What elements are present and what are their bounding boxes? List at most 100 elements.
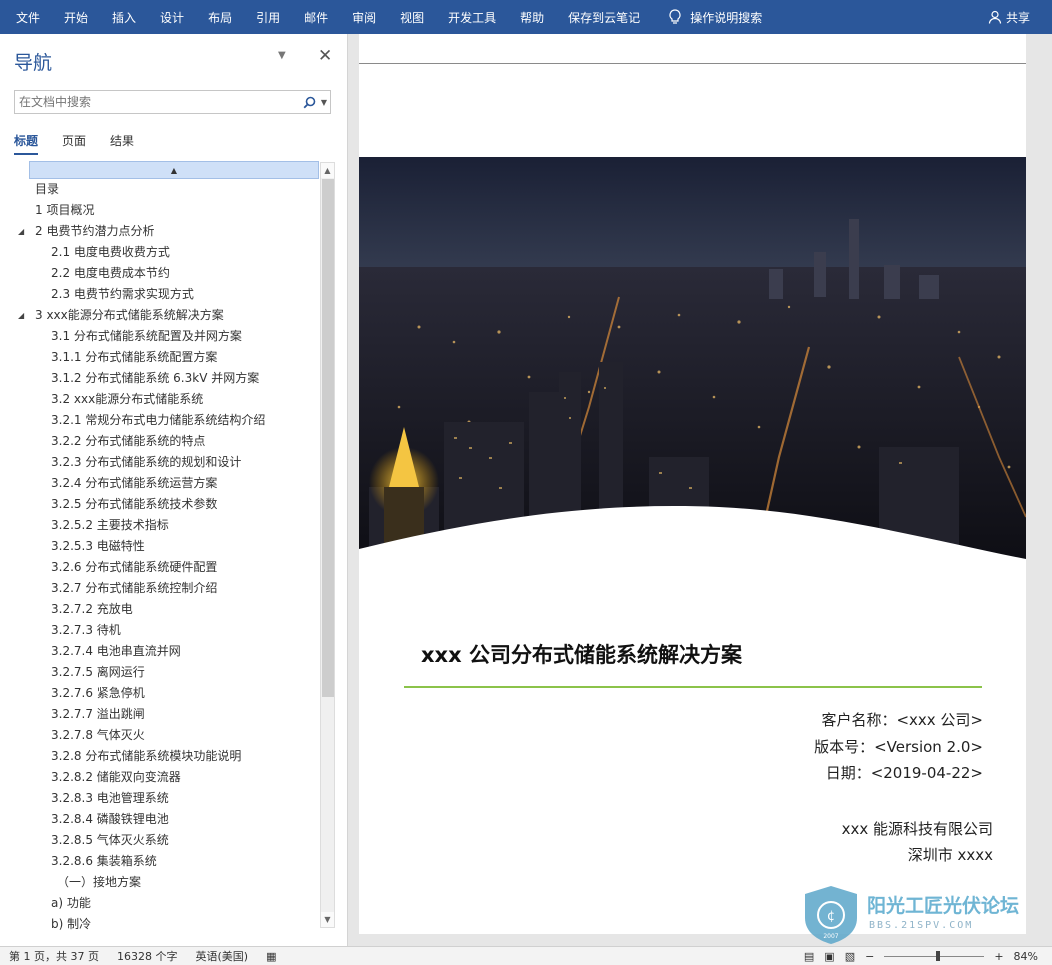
outline-item[interactable]: 3.2.8 分布式储能系统模块功能说明 (14, 746, 319, 767)
outline-item[interactable]: 3.2.8.2 储能双向变流器 (14, 767, 319, 788)
outline-item-label: 3.2.4 分布式储能系统运营方案 (51, 476, 218, 490)
outline-item[interactable]: 3.2.2 分布式储能系统的特点 (14, 431, 319, 452)
company-block: xxx 能源科技有限公司 深圳市 xxxx (842, 816, 993, 868)
outline-item-label: 3.2.5.2 主要技术指标 (51, 518, 169, 532)
ribbon-tab[interactable]: 文件 (0, 0, 52, 34)
outline-item[interactable]: 2.2 电度电费成本节约 (14, 263, 319, 284)
search-icon[interactable] (300, 96, 318, 109)
outline-item[interactable]: b) 制冷 (14, 914, 319, 931)
ribbon-tab[interactable]: 保存到云笔记 (556, 0, 652, 34)
client-name: 客户名称：<xxx 公司> (821, 711, 983, 729)
macro-record-icon[interactable]: ▦ (257, 950, 285, 963)
outline-item[interactable]: 3.2.8.5 气体灭火系统 (14, 830, 319, 851)
outline-item[interactable]: 3.1 分布式储能系统配置及并网方案 (14, 326, 319, 347)
company-name: xxx 能源科技有限公司 (841, 820, 993, 838)
outline-item[interactable]: 3.2.4 分布式储能系统运营方案 (14, 473, 319, 494)
zoom-in-icon[interactable]: + (994, 950, 1003, 963)
collapse-all-button[interactable]: ▲ (29, 161, 319, 179)
company-city: 深圳市 xxxx (907, 846, 993, 864)
ribbon-tab[interactable]: 设计 (148, 0, 196, 34)
outline-item-label: 3.2.5.3 电磁特性 (51, 539, 145, 553)
collapse-triangle-icon[interactable]: ◢ (18, 221, 24, 242)
outline-item[interactable]: 3.2.7.5 离网运行 (14, 662, 319, 683)
ribbon-tab[interactable]: 布局 (196, 0, 244, 34)
outline-item[interactable]: ◢ 3 xxx能源分布式储能系统解决方案 (14, 305, 319, 326)
outline-item[interactable]: a) 功能 (14, 893, 319, 914)
ribbon-tab[interactable]: 引用 (244, 0, 292, 34)
outline-item-label: （一）接地方案 (57, 875, 142, 889)
nav-close-icon[interactable]: ✕ (318, 46, 332, 66)
zoom-out-icon[interactable]: − (865, 950, 874, 963)
outline-item[interactable]: 3.2.7.4 电池串直流并网 (14, 641, 319, 662)
outline-item-label: b) 制冷 (51, 917, 92, 931)
outline-item[interactable]: 3.2 xxx能源分布式储能系统 (14, 389, 319, 410)
page-count[interactable]: 第 1 页，共 37 页 (0, 948, 108, 964)
outline-item[interactable]: 3.2.8.4 磷酸铁锂电池 (14, 809, 319, 830)
word-count[interactable]: 16328 个字 (108, 948, 187, 964)
outline-item[interactable]: 3.2.1 常规分布式电力储能系统结构介绍 (14, 410, 319, 431)
zoom-slider-thumb[interactable] (936, 951, 941, 961)
search-options-dropdown-icon[interactable]: ▼ (318, 98, 330, 107)
outline-item-label: 目录 (35, 182, 60, 196)
nav-tab[interactable]: 结果 (110, 132, 134, 155)
outline-item[interactable]: 3.2.7.7 溢出跳闸 (14, 704, 319, 725)
ribbon-tab[interactable]: 邮件 (292, 0, 340, 34)
share-button[interactable]: 共享 (988, 0, 1030, 34)
language-indicator[interactable]: 英语(美国) (186, 948, 257, 964)
outline-item[interactable]: （一）接地方案 (14, 872, 319, 893)
outline-item[interactable]: 3.2.3 分布式储能系统的规划和设计 (14, 452, 319, 473)
document-page[interactable]: xxx 公司分布式储能系统解决方案 客户名称：<xxx 公司> 版本号：<Ver… (359, 34, 1026, 934)
read-mode-icon[interactable]: ▤ (804, 950, 814, 963)
zoom-slider[interactable] (884, 951, 985, 961)
outline-item[interactable]: 3.2.7.2 充放电 (14, 599, 319, 620)
outline-item[interactable]: 3.2.6 分布式储能系统硬件配置 (14, 557, 319, 578)
nav-tab[interactable]: 标题 (14, 132, 39, 155)
ribbon-tab[interactable]: 开始 (52, 0, 100, 34)
nav-tabs: 标题 页面 结果 (14, 132, 134, 155)
scroll-down-arrow-icon[interactable]: ▼ (321, 912, 334, 927)
outline-item-label: 3.2.2 分布式储能系统的特点 (51, 434, 206, 448)
outline-item[interactable]: 2.1 电度电费收费方式 (14, 242, 319, 263)
outline-item[interactable]: 3.2.7.3 待机 (14, 620, 319, 641)
outline-item-label: 3.2.7.4 电池串直流并网 (51, 644, 181, 658)
outline-item[interactable]: 3.1.1 分布式储能系统配置方案 (14, 347, 319, 368)
person-icon (988, 10, 1002, 24)
outline-item[interactable]: 3.2.8.3 电池管理系统 (14, 788, 319, 809)
nav-tab[interactable]: 页面 (62, 132, 86, 155)
scrollbar-thumb[interactable] (322, 179, 334, 697)
print-layout-icon[interactable]: ▣ (824, 950, 834, 963)
web-layout-icon[interactable]: ▧ (845, 950, 855, 963)
ribbon-tab[interactable]: 插入 (100, 0, 148, 34)
ribbon: 文件 开始 插入 设计 布局 引用 邮件 审阅 视图 开发工具 帮助 保存到云笔记 操作说明搜索 共享 (0, 0, 1052, 34)
scroll-up-arrow-icon[interactable]: ▲ (321, 163, 334, 178)
outline-item-label: 3.2.7.6 紧急停机 (51, 686, 145, 700)
outline-item-label: 3.1.2 分布式储能系统 6.3kV 并网方案 (51, 371, 260, 385)
outline-scrollbar[interactable]: ▲ ▼ (320, 162, 335, 928)
outline-item-label: 3.2.7.5 离网运行 (51, 665, 145, 679)
outline-item-label: 3.2.1 常规分布式电力储能系统结构介绍 (51, 413, 266, 427)
outline-item-label: 3.2.7.8 气体灭火 (51, 728, 145, 742)
outline-item-label: 3.2.8 分布式储能系统模块功能说明 (51, 749, 242, 763)
ribbon-tab[interactable]: 开发工具 (436, 0, 508, 34)
outline-item[interactable]: 3.2.5.2 主要技术指标 (14, 515, 319, 536)
nav-options-dropdown-icon[interactable]: ▼ (278, 50, 286, 61)
outline-item[interactable]: 3.2.5.3 电磁特性 (14, 536, 319, 557)
tell-me-search[interactable]: 操作说明搜索 (652, 9, 762, 26)
ribbon-tab[interactable]: 帮助 (508, 0, 556, 34)
outline-item[interactable]: 3.2.5 分布式储能系统技术参数 (14, 494, 319, 515)
outline-item[interactable]: 1 项目概况 (14, 200, 319, 221)
zoom-level[interactable]: 84% (1014, 950, 1038, 963)
outline-item[interactable]: 2.3 电费节约需求实现方式 (14, 284, 319, 305)
outline-item[interactable]: 3.2.7.6 紧急停机 (14, 683, 319, 704)
outline-item[interactable]: ◢ 2 电费节约潜力点分析 (14, 221, 319, 242)
ribbon-tab[interactable]: 审阅 (340, 0, 388, 34)
outline-item-label: 3.2.8.3 电池管理系统 (51, 791, 169, 805)
outline-item[interactable]: 3.2.8.6 集装箱系统 (14, 851, 319, 872)
collapse-triangle-icon[interactable]: ◢ (18, 305, 24, 326)
outline-item[interactable]: 3.1.2 分布式储能系统 6.3kV 并网方案 (14, 368, 319, 389)
outline-item[interactable]: 目录 (14, 179, 319, 200)
nav-search-input[interactable] (15, 95, 300, 109)
ribbon-tab[interactable]: 视图 (388, 0, 436, 34)
outline-item[interactable]: 3.2.7 分布式储能系统控制介绍 (14, 578, 319, 599)
outline-item[interactable]: 3.2.7.8 气体灭火 (14, 725, 319, 746)
